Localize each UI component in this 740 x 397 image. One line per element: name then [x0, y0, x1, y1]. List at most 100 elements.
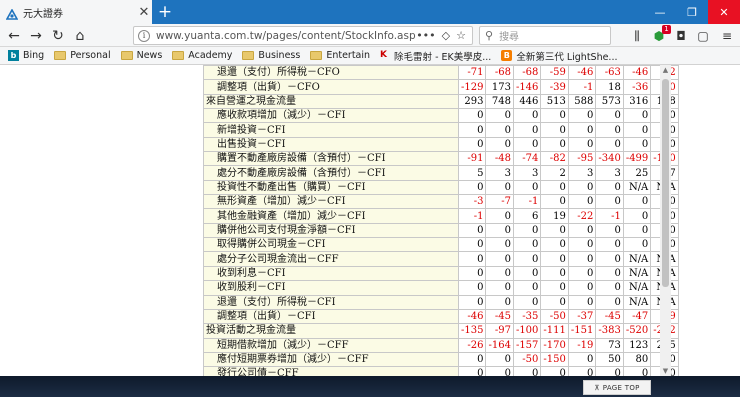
page-actions-icon[interactable]: •••	[416, 29, 435, 42]
table-cell: -46	[457, 308, 487, 325]
table-row: 其他金融資產（增加）減少－CFI -1 0 6 19 -22 -1 0 0	[203, 208, 679, 224]
table-cell: -7	[485, 194, 514, 210]
bookmark-star-icon[interactable]: ☆	[456, 29, 466, 42]
table-cell: 0	[457, 251, 487, 267]
row-label: 新增投資－CFI	[203, 122, 459, 138]
scroll-down-icon[interactable]: ▼	[660, 366, 671, 376]
pocket-icon[interactable]: ◇	[442, 29, 450, 42]
scroll-up-icon[interactable]: ▲	[660, 65, 671, 75]
row-label: 收到股利－CFI	[203, 280, 459, 296]
table-row: 退還（支付）所得稅－CFI000000N/AN/A	[203, 294, 679, 310]
page-top-button[interactable]: ⊼ PAGE TOP	[583, 380, 651, 395]
table-cell: 0	[485, 208, 514, 224]
table-cell: -50	[512, 351, 542, 368]
bookmark-entertain[interactable]: Entertain	[310, 50, 370, 61]
table-cell: 0	[512, 108, 542, 124]
row-label: 取得購併公司現金－CFI	[203, 237, 459, 253]
table-cell: N/A	[622, 265, 652, 282]
row-label: 來自營運之現金流量	[203, 93, 459, 110]
bookmark-business[interactable]: Business	[242, 50, 300, 61]
bookmark-label: Entertain	[326, 50, 371, 61]
folder-icon	[172, 51, 185, 60]
table-cell: -170	[540, 337, 569, 353]
table-cell: -74	[512, 151, 542, 167]
table-cell: 0	[595, 122, 624, 138]
table-cell: -46	[622, 65, 652, 81]
bookmark-ek[interactable]: K 除毛雷射 - EK美學皮...	[380, 49, 491, 63]
table-cell: -71	[457, 65, 487, 81]
table-cell: 5	[457, 165, 487, 181]
search-box[interactable]: ⚲ 搜尋	[479, 26, 611, 45]
tab-close-icon[interactable]: ✕	[136, 5, 152, 20]
table-cell: 0	[567, 351, 597, 368]
table-cell: -36	[622, 79, 652, 95]
table-cell: 293	[457, 93, 487, 110]
table-cell: -19	[567, 337, 597, 353]
address-bar[interactable]: i www.yuanta.com.tw/pages/content/StockI…	[133, 26, 473, 45]
bookmark-academy[interactable]: Academy	[172, 50, 232, 61]
bookmark-lightsheer[interactable]: B 全新第三代 LightShe...	[501, 49, 618, 63]
table-cell: 0	[485, 136, 514, 153]
forward-arrow-icon[interactable]: →	[26, 26, 46, 46]
notification-badge: 1	[662, 25, 671, 34]
bookmark-news[interactable]: News	[120, 50, 162, 61]
table-cell: -63	[595, 65, 624, 81]
row-label: 退還（支付）所得稅－CFO	[203, 65, 459, 81]
menu-icon[interactable]: ≡	[718, 26, 736, 46]
site-info-icon[interactable]: i	[138, 29, 150, 42]
table-cell: 0	[457, 265, 487, 282]
table-cell: 0	[540, 136, 569, 153]
table-row: 無形資產（增加）減少－CFI -3 -7 -1 0 0 0 0 0	[203, 194, 679, 210]
table-cell: N/A	[622, 251, 652, 267]
search-input[interactable]: 搜尋	[499, 28, 519, 43]
table-row: 處分子公司現金流出－CFF000000N/AN/A	[203, 251, 679, 267]
row-label: 調整項（出貨）－CFO	[203, 79, 459, 95]
home-icon[interactable]: ⌂	[70, 26, 90, 46]
table-cell: 0	[485, 237, 514, 253]
table-cell: 0	[595, 237, 624, 253]
reader-icon[interactable]: ▢	[694, 26, 712, 46]
folder-icon	[310, 51, 323, 60]
row-label: 發行公司債－CFF	[203, 366, 459, 376]
bookmark-personal[interactable]: Personal	[54, 50, 111, 61]
table-cell: -151	[567, 323, 597, 339]
table-cell: 3	[485, 165, 514, 181]
vertical-scrollbar[interactable]: ▲ ▼	[660, 65, 671, 376]
scrollbar-thumb[interactable]	[662, 79, 669, 287]
table-cell: -50	[540, 308, 569, 325]
reload-icon[interactable]: ↻	[48, 26, 68, 46]
table-row: 投資性不動產出售（購買）－CFI000000N/AN/A	[203, 179, 679, 196]
tab-active[interactable]: 元大證券 ✕	[0, 0, 152, 24]
minimize-icon[interactable]: —	[644, 0, 676, 24]
screenshot-icon[interactable]: ◘	[672, 26, 690, 46]
table-cell: -95	[567, 151, 597, 167]
row-label: 購併他公司支付現金淨額－CFI	[203, 222, 459, 239]
bookmark-bing[interactable]: b Bing	[8, 50, 44, 61]
maximize-icon[interactable]: ❐	[676, 0, 708, 24]
bookmark-label: 除毛雷射 - EK美學皮...	[394, 51, 492, 63]
folder-icon	[120, 51, 133, 60]
navigation-bar: ← → ↻ ⌂ i www.yuanta.com.tw/pages/conten…	[0, 24, 740, 47]
table-cell: 0	[622, 366, 652, 376]
new-tab-button[interactable]: +	[156, 2, 174, 22]
back-arrow-icon[interactable]: ←	[4, 26, 24, 46]
extension-icon[interactable]: ⬢ 1	[650, 25, 671, 46]
library-icon[interactable]: ⫼	[628, 26, 646, 46]
table-cell: 446	[512, 93, 542, 110]
table-cell: 0	[622, 222, 652, 239]
table-row: 收到股利－CFI000000N/AN/A	[203, 280, 679, 296]
table-cell: -37	[567, 308, 597, 325]
table-cell: 0	[567, 222, 597, 239]
table-row: 調整項（出貨）－CFO-129173-146-39-118-36-20	[203, 79, 679, 95]
table-cell: -383	[595, 323, 624, 339]
window-close-icon[interactable]: ✕	[708, 0, 740, 24]
table-cell: 0	[512, 122, 542, 138]
table-cell: 2	[540, 165, 569, 181]
table-cell: 0	[485, 122, 514, 138]
url-text[interactable]: www.yuanta.com.tw/pages/content/StockInf…	[156, 30, 416, 42]
table-cell: 0	[567, 122, 597, 138]
table-cell: -111	[540, 323, 569, 339]
table-cell: 173	[485, 79, 514, 95]
table-cell: 0	[595, 136, 624, 153]
tab-title: 元大證券	[23, 8, 63, 20]
